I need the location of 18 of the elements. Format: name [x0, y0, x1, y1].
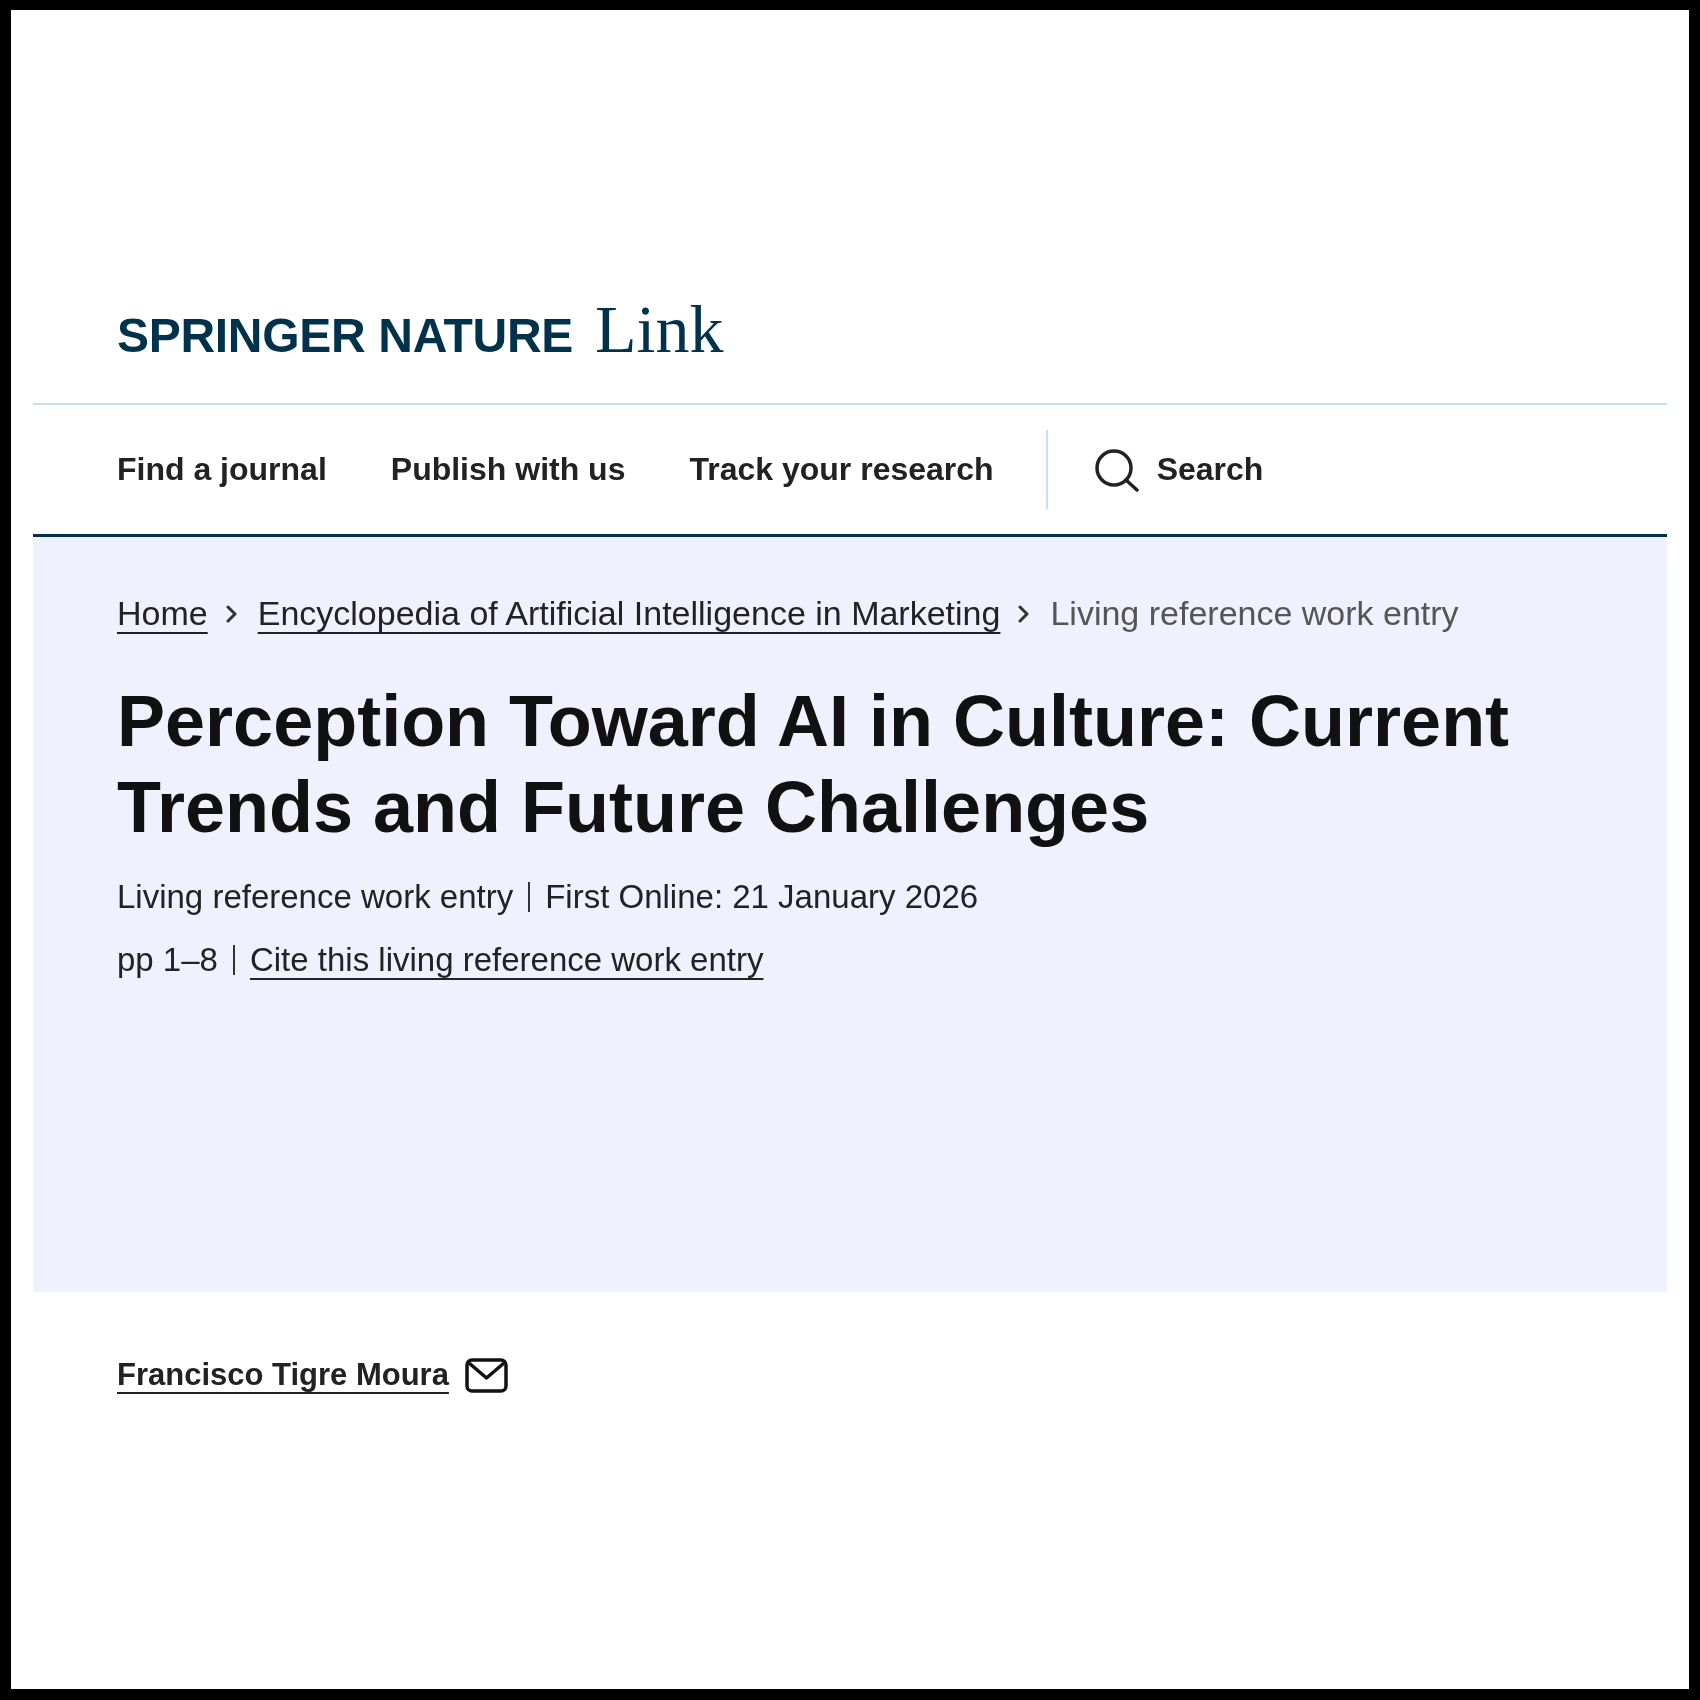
first-online-date: First Online: 21 January 2026 — [545, 876, 979, 917]
search-button[interactable]: Search — [1093, 447, 1264, 492]
author-link[interactable]: Francisco Tigre Moura — [117, 1357, 449, 1393]
breadcrumb-link[interactable]: Home — [117, 593, 208, 634]
nav-link[interactable]: Find a journal — [117, 451, 327, 488]
cite-link[interactable]: Cite this living reference work entry — [249, 940, 764, 980]
mail-icon[interactable] — [464, 1357, 508, 1393]
breadcrumb-link[interactable]: Encyclopedia of Artificial Intelligence in Marketing — [257, 593, 1001, 634]
breadcrumb-current: Living reference work entry — [1050, 593, 1459, 634]
content-type-label: Living reference work entry — [117, 876, 514, 917]
article-title: Perception Toward AI in Culture: Current Trends and Future Challenges — [117, 679, 1511, 849]
page-range: pp 1–8 — [117, 940, 218, 980]
site-logo[interactable]: SPRINGER NATURE Link — [117, 295, 724, 363]
nav-link[interactable]: Track your research — [689, 451, 994, 488]
nav-link[interactable]: Publish with us — [390, 451, 626, 488]
search-icon — [1093, 447, 1140, 492]
chevron-right-icon — [1018, 604, 1031, 625]
chevron-right-icon — [225, 604, 238, 625]
